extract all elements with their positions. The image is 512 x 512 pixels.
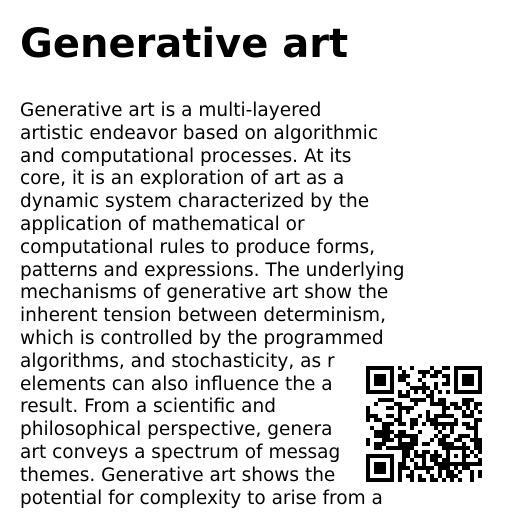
document-page: Generative art Generative art is a multi… — [0, 0, 512, 512]
body-line: inherent tension between determinism, — [20, 305, 386, 327]
body-line: which is controlled by the programmed — [20, 327, 384, 349]
body-line: core, it is an exploration of art as a — [20, 168, 345, 190]
qr-code-graphic — [366, 366, 482, 482]
body-line: artistic endeavor based on algorithmic — [20, 122, 378, 144]
page-title: Generative art — [20, 21, 349, 67]
body-line: application of mathematical or — [20, 213, 305, 235]
body-line: dynamic system characterized by the — [20, 191, 370, 213]
body-line: patterns and expressions. The underlying — [20, 259, 405, 281]
body-line: and computational processes. At its — [20, 145, 352, 167]
qr-code-icon — [366, 366, 482, 482]
body-line: Generative art is a multi-layered — [20, 100, 322, 121]
body-line: potential for complexity to arise from a — [20, 487, 383, 509]
body-line: computational rules to produce forms, — [20, 236, 376, 258]
body-line: mechanisms of generative art show the — [20, 282, 389, 304]
